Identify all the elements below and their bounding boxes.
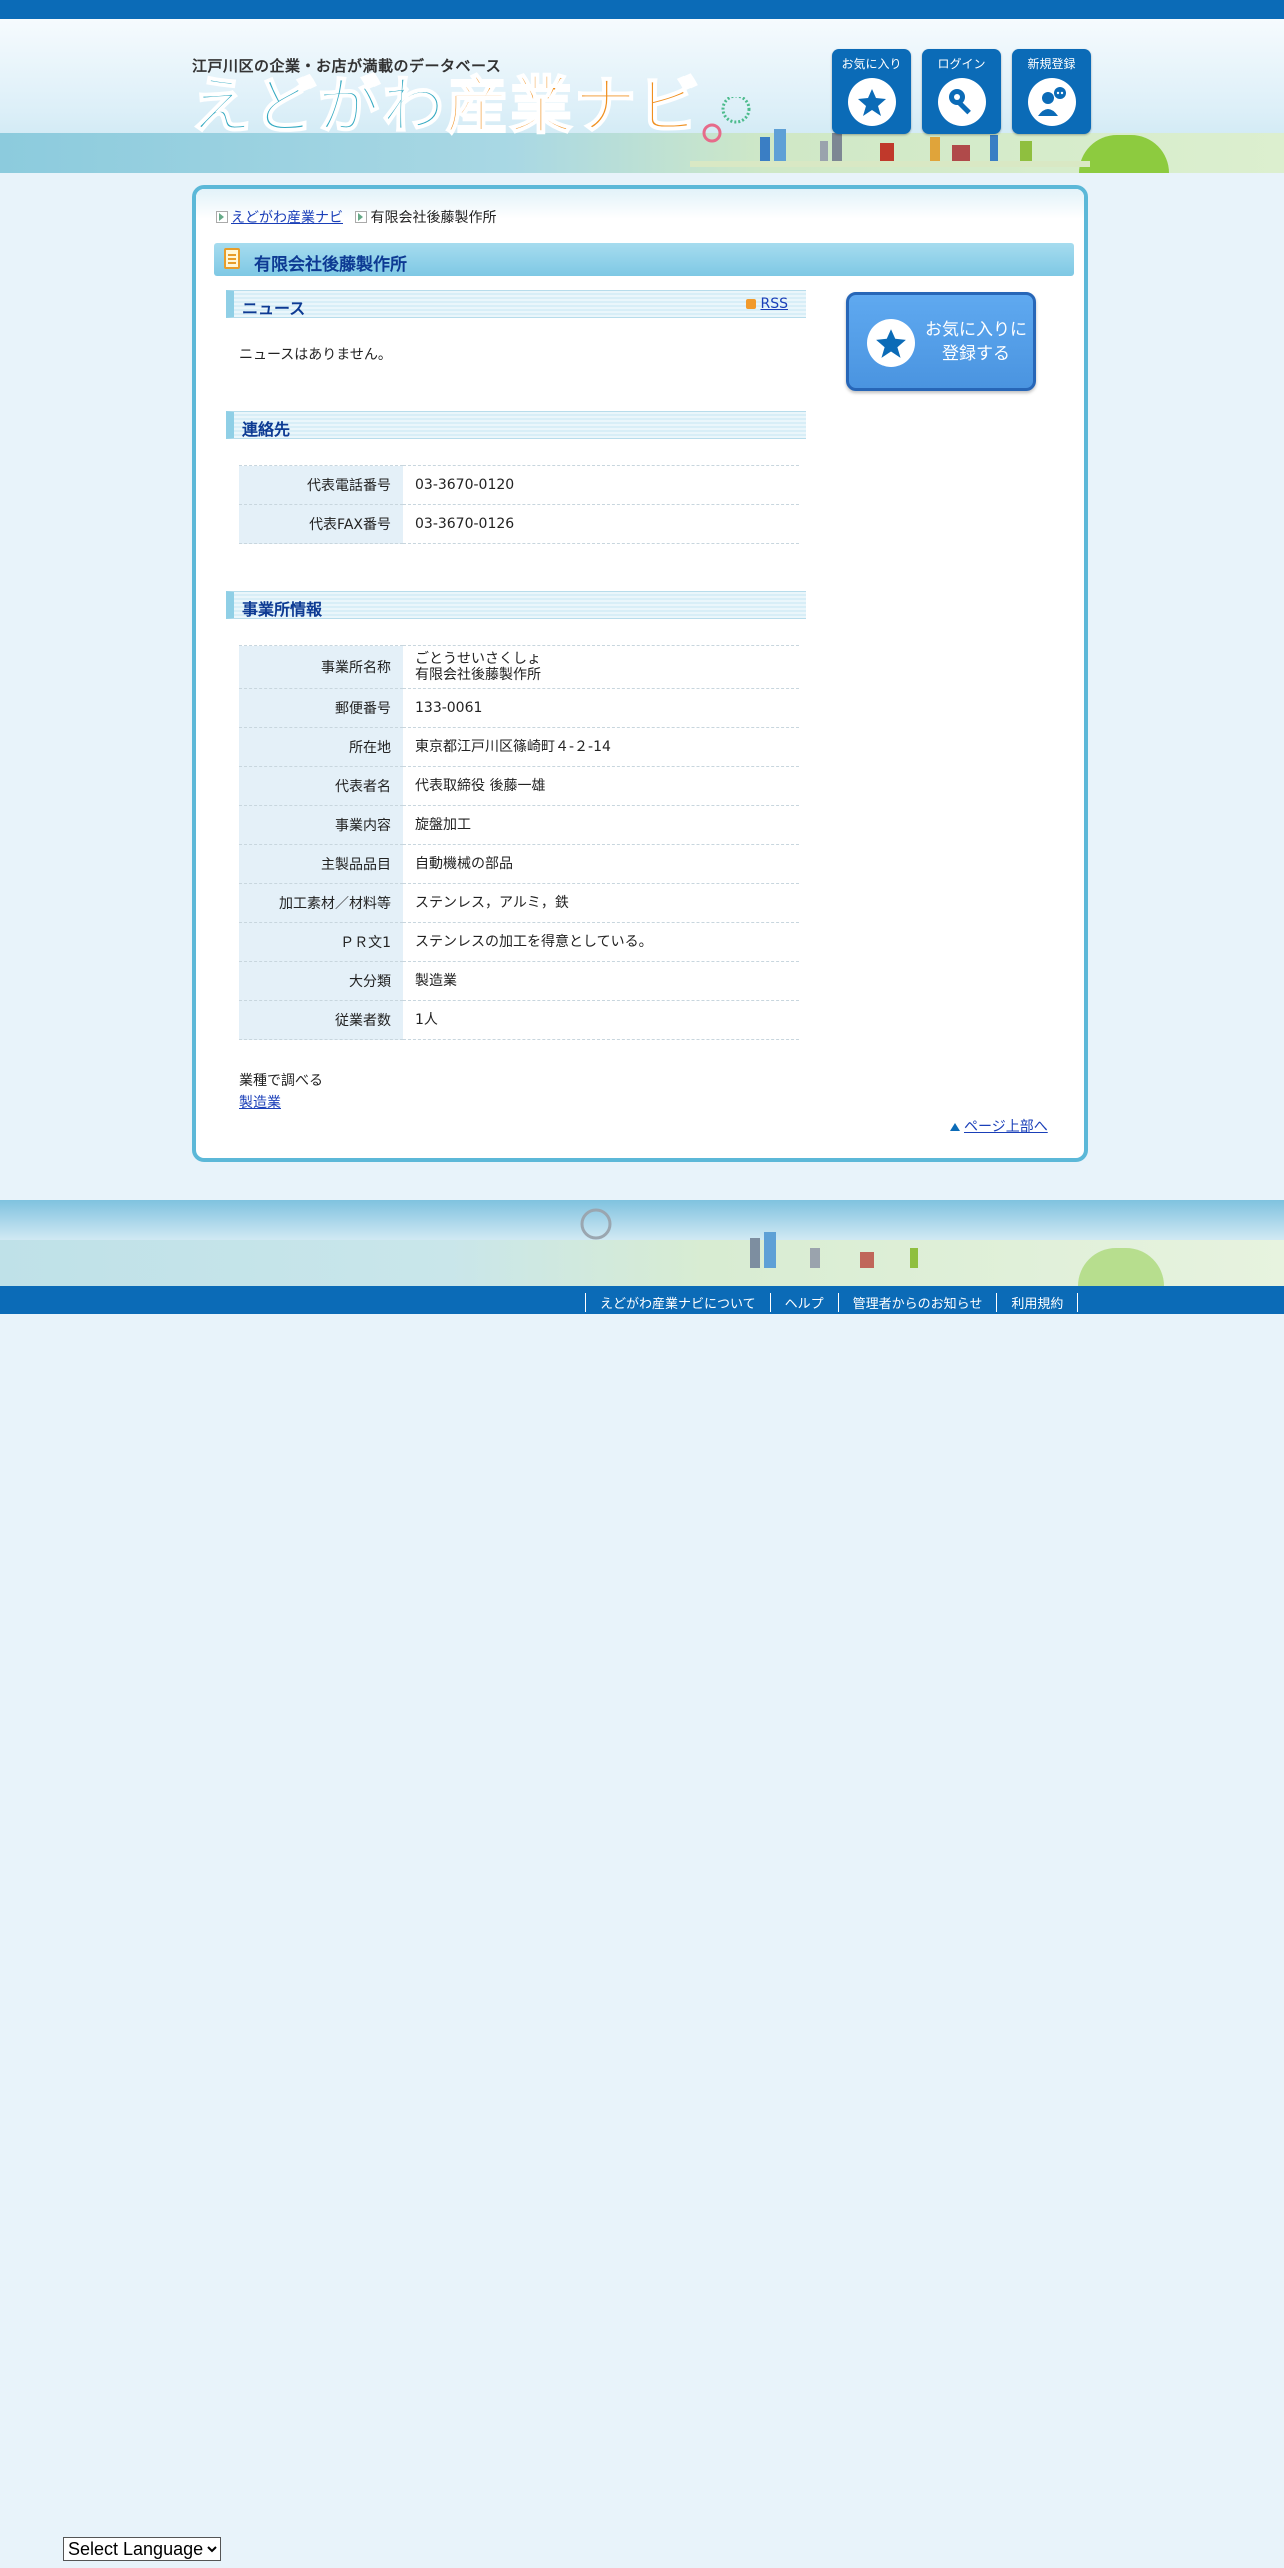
page-top-link[interactable]: ページ上部へ [964,1119,1048,1135]
add-favorite-line2: 登録する [942,344,1010,364]
register-header-label: 新規登録 [1027,57,1076,71]
office-value: 東京都江戸川区篠崎町４-２-14 [403,727,799,767]
footer-nav: えどがわ産業ナビについて ヘルプ 管理者からのお知らせ 利用規約 [585,1293,1079,1312]
office-value: ステンレスの加工を得意としている。 [403,922,799,962]
office-name: 有限会社後藤製作所 [415,667,541,683]
footer-link-help[interactable]: ヘルプ [769,1293,838,1312]
office-label: 事業内容 [239,805,403,845]
breadcrumb-home-link[interactable]: えどがわ産業ナビ [231,210,343,226]
login-header-button[interactable]: ログイン [922,49,1001,134]
office-value: 旋盤加工 [403,805,799,845]
key-icon [937,78,986,126]
login-header-label: ログイン [937,57,986,71]
office-label: 加工素材／材料等 [239,883,403,923]
add-favorite-line1: お気に入りに [925,320,1027,340]
news-section-heading: ニュース RSS [226,290,806,318]
footer-landscape [0,1200,1284,1286]
by-industry-label: 業種で調べる [239,1073,323,1089]
contact-label: 代表電話番号 [239,465,403,505]
main-panel: えどがわ産業ナビ 有限会社後藤製作所 有限会社後藤製作所 ニュース RSS ニュ… [192,185,1088,1162]
table-row: 事業所名称 ごとうせいさくしょ 有限会社後藤製作所 [239,645,799,689]
table-row: 事業内容 旋盤加工 [239,805,799,845]
logo-text-edogawa: えどがわ [189,69,447,142]
news-heading-text: ニュース [242,299,306,318]
table-row: 大分類 製造業 [239,961,799,1001]
table-row: 加工素材／材料等 ステンレス，アルミ，鉄 [239,883,799,923]
office-value: ステンレス，アルミ，鉄 [403,883,799,923]
footer-city-illustration [580,1208,918,1268]
office-heading-text: 事業所情報 [242,600,323,619]
by-industry-block: 業種で調べる 製造業 [239,1070,323,1114]
favorites-header-label: お気に入り [841,57,902,71]
table-row: 代表FAX番号 03-3670-0126 [239,504,799,544]
office-name-kana: ごとうせいさくしょ [415,650,541,667]
footer-link-notices[interactable]: 管理者からのお知らせ [837,1293,997,1312]
rss-icon [746,299,757,309]
footer-link-about[interactable]: えどがわ産業ナビについて [585,1293,770,1312]
user-add-icon [1027,78,1076,126]
star-icon [867,319,915,367]
breadcrumb-arrow-icon [216,211,228,223]
contact-section-heading: 連絡先 [226,411,806,439]
contact-value: 03-3670-0126 [403,504,799,544]
table-row: 従業者数 1人 [239,1000,799,1040]
rss-link[interactable]: RSS [760,296,788,312]
page-title: 有限会社後藤製作所 [254,255,407,275]
footer-link-terms[interactable]: 利用規約 [996,1293,1079,1312]
table-row: 代表電話番号 03-3670-0120 [239,465,799,505]
office-label: 大分類 [239,961,403,1001]
office-label: ＰＲ文1 [239,922,403,962]
breadcrumb: えどがわ産業ナビ 有限会社後藤製作所 [216,207,496,227]
industry-link[interactable]: 製造業 [239,1095,281,1111]
add-favorite-button[interactable]: お気に入りに 登録する [846,292,1036,391]
office-label: 郵便番号 [239,688,403,728]
up-arrow-icon [950,1123,960,1131]
table-row: 代表者名 代表取締役 後藤一雄 [239,766,799,806]
breadcrumb-current: 有限会社後藤製作所 [370,210,497,226]
site-logo[interactable]: えどがわ産業ナビ [189,74,702,138]
star-icon [847,78,896,126]
site-header: 江戸川区の企業・お店が満載のデータベース えどがわ産業ナビ お気に入り ログイン… [0,19,1284,173]
page-title-bar: 有限会社後藤製作所 [214,243,1074,276]
office-section-heading: 事業所情報 [226,591,806,619]
add-favorite-label: お気に入りに 登録する [921,318,1031,366]
rss-link-wrap: RSS [746,296,788,312]
contact-value: 03-3670-0120 [403,465,799,505]
contact-table: 代表電話番号 03-3670-0120 代表FAX番号 03-3670-0126 [239,465,799,544]
office-label: 従業者数 [239,1000,403,1040]
office-label: 事業所名称 [239,645,403,689]
office-table: 事業所名称 ごとうせいさくしょ 有限会社後藤製作所 郵便番号 133-0061 所… [239,645,799,1040]
register-header-button[interactable]: 新規登録 [1012,49,1091,134]
footer-bar: えどがわ産業ナビについて ヘルプ 管理者からのお知らせ 利用規約 [0,1286,1284,1314]
contact-label: 代表FAX番号 [239,504,403,544]
language-select[interactable]: Select Language [63,2537,221,2561]
logo-text-sangyo-navi: 産業ナビ [445,69,703,142]
office-value: 代表取締役 後藤一雄 [403,766,799,806]
table-row: 郵便番号 133-0061 [239,688,799,728]
office-name-cell: ごとうせいさくしょ 有限会社後藤製作所 [403,645,799,689]
table-row: 所在地 東京都江戸川区篠崎町４-２-14 [239,727,799,767]
office-value: 自動機械の部品 [403,844,799,884]
office-value: 製造業 [403,961,799,1001]
office-label: 所在地 [239,727,403,767]
top-bar [0,0,1284,19]
contact-heading-text: 連絡先 [242,420,291,439]
news-empty-text: ニュースはありません。 [239,347,392,363]
page-top-link-wrap: ページ上部へ [950,1116,1048,1136]
table-row: ＰＲ文1 ステンレスの加工を得意としている。 [239,922,799,962]
document-icon [224,248,240,269]
office-value: 133-0061 [403,688,799,728]
office-label: 主製品品目 [239,844,403,884]
office-value: 1人 [403,1000,799,1040]
office-label: 代表者名 [239,766,403,806]
breadcrumb-arrow-icon [355,211,368,223]
favorites-header-button[interactable]: お気に入り [832,49,911,134]
table-row: 主製品品目 自動機械の部品 [239,844,799,884]
